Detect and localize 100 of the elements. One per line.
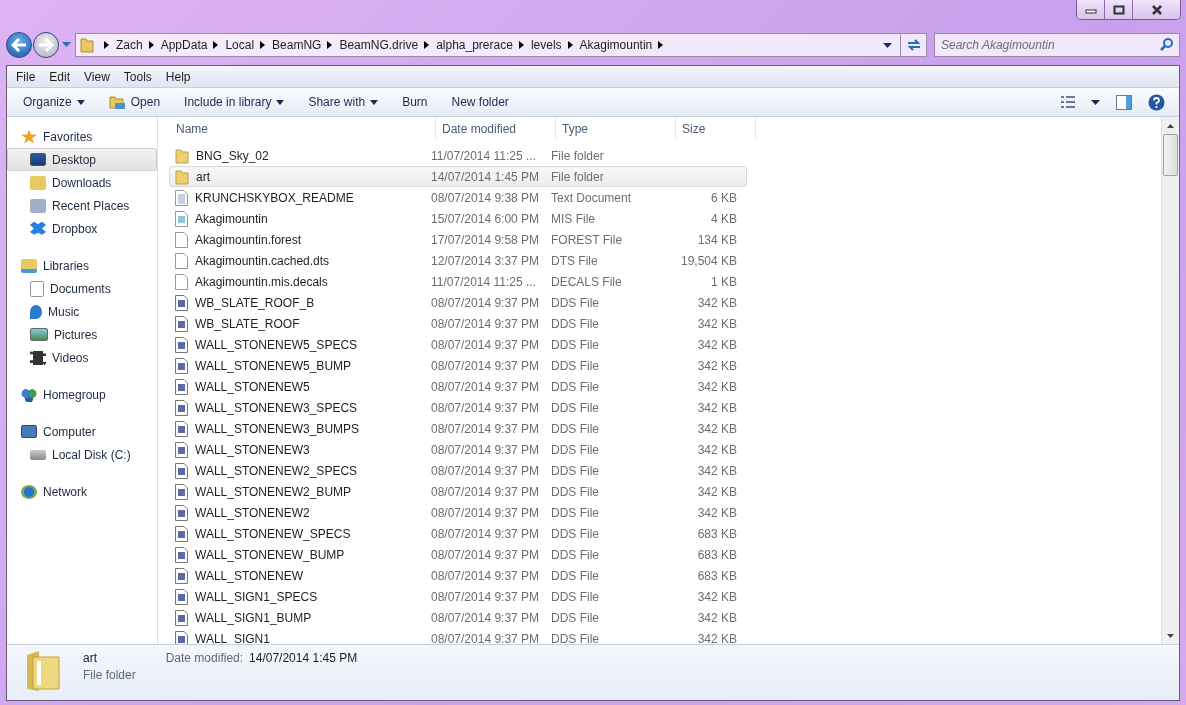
file-row[interactable]: WALL_STONENEW3_BUMPS 08/07/2014 9:37 PM DDS File 342 KB (169, 418, 747, 439)
file-row[interactable]: WB_SLATE_ROOF 08/07/2014 9:37 PM DDS File 342 KB (169, 313, 747, 334)
sidebar-item[interactable]: Recent Places (7, 194, 157, 217)
minimize-button[interactable] (1077, 0, 1105, 19)
maximize-button[interactable] (1105, 0, 1133, 19)
file-row[interactable]: WALL_STONENEW5 08/07/2014 9:37 PM DDS File 342 KB (169, 376, 747, 397)
file-name: WALL_SIGN1_SPECS (195, 589, 318, 604)
close-button[interactable] (1133, 0, 1180, 19)
chevron-icon[interactable] (424, 41, 430, 49)
sidebar-item[interactable]: Libraries (7, 254, 157, 277)
file-row[interactable]: WALL_STONENEW3_SPECS 08/07/2014 9:37 PM DDS File 342 KB (169, 397, 747, 418)
sidebar-item[interactable]: Documents (7, 277, 157, 300)
sidebar-icon (30, 350, 46, 365)
breadcrumb[interactable]: Akagimountin (579, 38, 653, 52)
file-row[interactable]: WALL_STONENEW2 08/07/2014 9:37 PM DDS File 342 KB (169, 502, 747, 523)
file-row[interactable]: WALL_SIGN1_BUMP 08/07/2014 9:37 PM DDS File 342 KB (169, 607, 747, 628)
toolbar-button[interactable]: Open (96, 91, 173, 113)
file-row[interactable]: WALL_SIGN1_SPECS 08/07/2014 9:37 PM DDS File 342 KB (169, 586, 747, 607)
file-row[interactable]: Akagimountin 15/07/2014 6:00 PM MIS File 4 KB (169, 208, 747, 229)
folder-icon (175, 147, 189, 164)
file-row[interactable]: KRUNCHSKYBOX_README 08/07/2014 9:38 PM Text Document 6 KB (169, 187, 747, 208)
image-file-icon (175, 609, 188, 626)
chevron-icon[interactable] (104, 41, 109, 49)
file-row[interactable]: WALL_STONENEW5_SPECS 08/07/2014 9:37 PM DDS File 342 KB (169, 334, 747, 355)
chevron-icon[interactable] (148, 41, 154, 49)
sidebar-label: Local Disk (C:) (52, 447, 131, 462)
file-row[interactable]: WALL_STONENEW5_BUMP 08/07/2014 9:37 PM DDS File 342 KB (169, 355, 747, 376)
sidebar-item[interactable]: Homegroup (7, 383, 157, 406)
folder-icon (108, 94, 126, 110)
size-cell: 342 KB (697, 295, 737, 310)
scrollbar-thumb[interactable] (1163, 134, 1178, 176)
size-cell: 1 KB (711, 274, 737, 289)
column-header[interactable]: Size (676, 117, 756, 140)
menu-item[interactable]: File (9, 69, 43, 84)
toolbar-button[interactable]: New folder (439, 92, 521, 112)
blank-file-icon (175, 252, 188, 269)
toolbar-button[interactable]: Burn (390, 92, 440, 112)
chevron-icon[interactable] (213, 41, 219, 49)
sidebar-label: Desktop (52, 152, 97, 167)
scrollbar[interactable] (1161, 117, 1179, 644)
refresh-button[interactable] (901, 33, 927, 57)
file-row[interactable]: BNG_Sky_02 11/07/2014 11:25 ... File folder (169, 145, 747, 166)
file-row[interactable]: WALL_STONENEW_BUMP 08/07/2014 9:37 PM DDS File 683 KB (169, 544, 747, 565)
file-row[interactable]: WALL_STONENEW2_SPECS 08/07/2014 9:37 PM DDS File 342 KB (169, 460, 747, 481)
file-row[interactable]: art 14/07/2014 1:45 PM File folder (169, 166, 747, 187)
file-row[interactable]: Akagimountin.mis.decals 11/07/2014 11:25 ... DECALS File 1 KB (169, 271, 747, 292)
sidebar-item[interactable]: Downloads (7, 171, 157, 194)
sidebar-item[interactable]: Local Disk (C:) (7, 443, 157, 466)
chevron-icon[interactable] (518, 41, 524, 49)
toolbar-button[interactable]: Share with (296, 92, 391, 112)
sidebar-item[interactable]: Computer (7, 420, 157, 443)
toolbar-button[interactable]: Include in library (172, 92, 297, 112)
column-header[interactable]: Type (556, 117, 676, 140)
breadcrumb[interactable]: levels (530, 38, 562, 52)
caret-icon[interactable] (883, 42, 892, 48)
menu-item[interactable]: View (77, 69, 117, 84)
menu-item[interactable]: Help (158, 69, 198, 84)
image-file-icon (175, 525, 188, 542)
file-row[interactable]: WALL_STONENEW_SPECS 08/07/2014 9:37 PM DDS File 683 KB (169, 523, 747, 544)
sidebar-label: Documents (50, 281, 111, 296)
file-row[interactable]: WALL_STONENEW 08/07/2014 9:37 PM DDS File 683 KB (169, 565, 747, 586)
back-button[interactable] (6, 32, 32, 58)
sidebar-item[interactable]: Music (7, 300, 157, 323)
breadcrumb[interactable]: BeamNG (272, 38, 322, 52)
help-icon (1148, 93, 1165, 111)
file-row[interactable]: WB_SLATE_ROOF_B 08/07/2014 9:37 PM DDS File 342 KB (169, 292, 747, 313)
breadcrumb[interactable]: Zach (116, 38, 143, 52)
sidebar-item[interactable]: Network (7, 480, 157, 503)
toolbar-button[interactable]: Organize (11, 92, 97, 112)
menu-item[interactable]: Edit (42, 69, 78, 84)
breadcrumb[interactable]: Local (225, 38, 255, 52)
search-field[interactable]: Search Akagimountin (934, 33, 1180, 57)
forward-button[interactable] (33, 32, 59, 58)
file-row[interactable]: Akagimountin.forest 17/07/2014 9:58 PM FOREST File 134 KB (169, 229, 747, 250)
file-row[interactable]: WALL_STONENEW3 08/07/2014 9:37 PM DDS File 342 KB (169, 439, 747, 460)
sidebar-item[interactable]: Dropbox (7, 217, 157, 240)
file-icon (175, 210, 188, 227)
file-row[interactable]: WALL_STONENEW2_BUMP 08/07/2014 9:37 PM DDS File 342 KB (169, 481, 747, 502)
breadcrumb[interactable]: BeamNG.drive (339, 38, 419, 52)
image-file-icon (175, 378, 188, 395)
date-cell-text: 08/07/2014 9:37 PM (430, 358, 541, 373)
menu-item[interactable]: Tools (116, 69, 159, 84)
chevron-icon[interactable] (567, 41, 573, 49)
chevron-icon[interactable] (658, 41, 664, 49)
file-row[interactable]: Akagimountin.cached.dts 12/07/2014 3:37 PM DTS File 19,504 KB (169, 250, 747, 271)
sidebar-item[interactable]: Favorites (7, 125, 157, 148)
sidebar-item[interactable]: Pictures (7, 323, 157, 346)
breadcrumb[interactable]: alpha_prerace (436, 38, 513, 52)
sidebar-item[interactable]: Desktop (7, 148, 157, 171)
address-bar[interactable]: Zach AppData Local BeamNG BeamNG.drive alpha_prerace levels Akagimountin (75, 33, 901, 57)
sidebar-icon (30, 221, 46, 236)
type-cell-text: DDS File (550, 358, 600, 373)
chevron-icon[interactable] (327, 41, 333, 49)
size-cell: 683 KB (697, 568, 737, 583)
sidebar-item[interactable]: Videos (7, 346, 157, 369)
sidebar-label: Homegroup (43, 387, 106, 402)
chevron-icon[interactable] (260, 41, 266, 49)
column-header[interactable]: Date modified (436, 117, 556, 140)
breadcrumb[interactable]: AppData (160, 38, 208, 52)
column-header[interactable]: Name (175, 117, 436, 140)
